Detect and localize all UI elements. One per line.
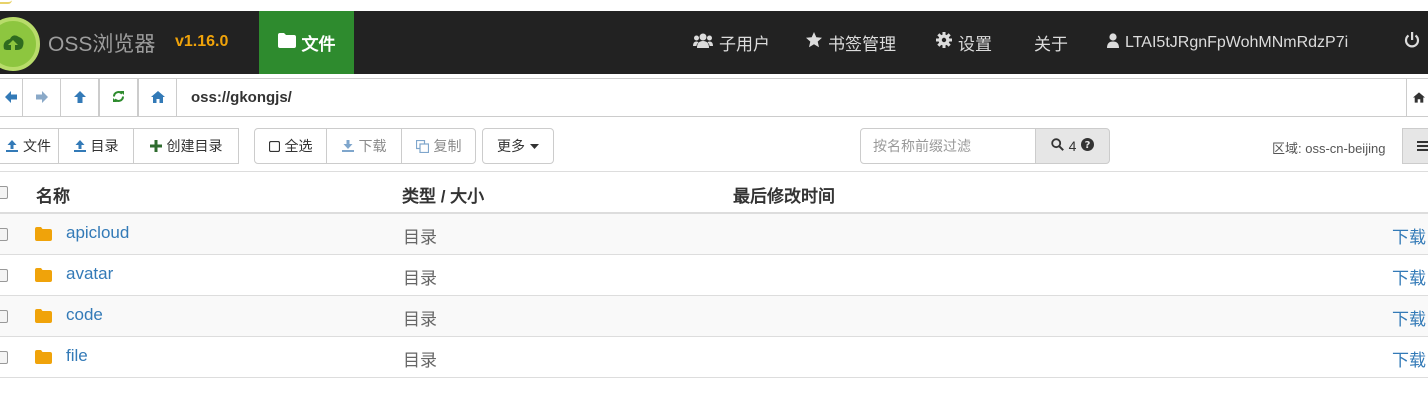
- copy-label: 复制: [433, 138, 462, 154]
- header-type-size: 类型 / 大小: [402, 187, 485, 206]
- create-dir-label: 创建目录: [166, 138, 223, 154]
- address-bar: oss://gkongjs/: [0, 78, 1428, 117]
- file-table: 名称 类型 / 大小 最后修改时间 apicloud 目录 下载 avatar …: [0, 171, 1428, 378]
- users-icon: [693, 33, 713, 53]
- gear-icon: [936, 32, 952, 53]
- home-icon: [1413, 90, 1425, 106]
- search-icon: [1050, 138, 1064, 154]
- file-name-link[interactable]: code: [66, 305, 103, 325]
- list-icon: [1417, 138, 1428, 154]
- table-row[interactable]: file 目录 下载: [0, 337, 1428, 378]
- more-dropdown[interactable]: 更多: [482, 128, 554, 164]
- nav-bookmarks[interactable]: 书签管理: [806, 11, 896, 74]
- home-button[interactable]: [138, 78, 177, 117]
- folder-icon: [35, 349, 52, 369]
- table-row[interactable]: apicloud 目录 下载: [0, 214, 1428, 255]
- row-checkbox[interactable]: [0, 228, 8, 241]
- copy-button[interactable]: 复制: [401, 128, 476, 164]
- home-icon: [150, 90, 165, 106]
- upload-file-button[interactable]: 文件: [0, 128, 59, 164]
- more-label: 更多: [497, 138, 525, 154]
- folder-icon: [35, 308, 52, 328]
- logout-button[interactable]: [1404, 11, 1420, 74]
- upload-icon: [6, 140, 18, 152]
- nav-bookmarks-label: 书签管理: [828, 35, 896, 54]
- svg-text:?: ?: [1085, 140, 1091, 151]
- select-all-checkbox[interactable]: [0, 186, 8, 199]
- user-icon: [1107, 32, 1119, 53]
- row-download-link[interactable]: 下载: [1392, 223, 1426, 248]
- power-icon: [1404, 32, 1420, 53]
- search-count: 4: [1068, 138, 1077, 154]
- table-header: 名称 类型 / 大小 最后修改时间: [0, 171, 1428, 214]
- star-icon: [806, 32, 822, 53]
- nav-about[interactable]: 关于: [1034, 11, 1068, 74]
- row-download-link[interactable]: 下载: [1392, 346, 1426, 371]
- row-checkbox[interactable]: [0, 351, 8, 364]
- upload-dir-label: 目录: [90, 138, 119, 154]
- select-all-button[interactable]: 全选: [254, 128, 327, 164]
- file-type: 目录: [403, 228, 437, 247]
- question-icon: ?: [1081, 138, 1095, 154]
- nav-subusers[interactable]: 子用户: [693, 11, 770, 74]
- file-name-link[interactable]: avatar: [66, 264, 113, 284]
- download-label: 下载: [358, 138, 387, 154]
- file-name-link[interactable]: apicloud: [66, 223, 129, 243]
- nav-account[interactable]: LTAI5tJRgnFpWohMNmRdzP7i: [1107, 11, 1348, 74]
- download-button[interactable]: 下载: [326, 128, 402, 164]
- file-name-link[interactable]: file: [66, 346, 88, 366]
- back-icon: [4, 90, 17, 106]
- table-row[interactable]: code 目录 下载: [0, 296, 1428, 337]
- toolbar: 文件 目录 创建目录 全选 下载 复制 更多 按名称前缀过滤 4 ? 区域: o…: [0, 128, 1428, 164]
- address-home-button[interactable]: [1406, 78, 1428, 117]
- top-strip: [0, 0, 1428, 11]
- up-button[interactable]: [60, 78, 99, 117]
- download-icon: [341, 140, 354, 152]
- upload-icon: [73, 140, 86, 152]
- table-row[interactable]: avatar 目录 下载: [0, 255, 1428, 296]
- forward-button[interactable]: [22, 78, 61, 117]
- row-checkbox[interactable]: [0, 269, 8, 282]
- upload-file-label: 文件: [23, 138, 51, 154]
- header-name: 名称: [36, 187, 70, 206]
- decoration: [0, 0, 12, 4]
- copy-icon: [415, 139, 429, 153]
- checkbox-icon: [268, 140, 280, 152]
- nav-settings[interactable]: 设置: [936, 11, 992, 74]
- navbar: OSS浏览器 v1.16.0 文件 子用户 书签管理 设置 关于 LTAI5tJ…: [0, 11, 1428, 74]
- row-download-link[interactable]: 下载: [1392, 264, 1426, 289]
- header-modified: 最后修改时间: [733, 187, 835, 206]
- caret-down-icon: [530, 143, 539, 149]
- row-checkbox[interactable]: [0, 310, 8, 323]
- nav-settings-label: 设置: [958, 35, 992, 54]
- back-button[interactable]: [0, 78, 23, 117]
- filter-input[interactable]: [860, 128, 1036, 164]
- select-all-label: 全选: [284, 138, 313, 154]
- file-type: 目录: [403, 351, 437, 370]
- nav-account-label: LTAI5tJRgnFpWohMNmRdzP7i: [1125, 33, 1349, 51]
- refresh-button[interactable]: [99, 78, 138, 117]
- upload-dir-button[interactable]: 目录: [58, 128, 134, 164]
- file-type: 目录: [403, 269, 437, 288]
- forward-icon: [35, 90, 48, 106]
- plus-icon: [149, 140, 162, 152]
- folder-icon: [35, 267, 52, 287]
- up-icon: [73, 90, 86, 106]
- nav-subusers-label: 子用户: [719, 35, 770, 54]
- refresh-icon: [112, 90, 125, 106]
- file-type: 目录: [403, 310, 437, 329]
- address-input[interactable]: oss://gkongjs/: [177, 78, 1407, 117]
- search-button[interactable]: 4 ?: [1035, 128, 1110, 164]
- folder-icon: [35, 226, 52, 246]
- nav-about-label: 关于: [1034, 35, 1068, 54]
- region-label: 区域: oss-cn-beijing: [1272, 141, 1386, 156]
- row-download-link[interactable]: 下载: [1392, 305, 1426, 330]
- create-dir-button[interactable]: 创建目录: [133, 128, 239, 164]
- view-menu-button[interactable]: [1402, 128, 1428, 164]
